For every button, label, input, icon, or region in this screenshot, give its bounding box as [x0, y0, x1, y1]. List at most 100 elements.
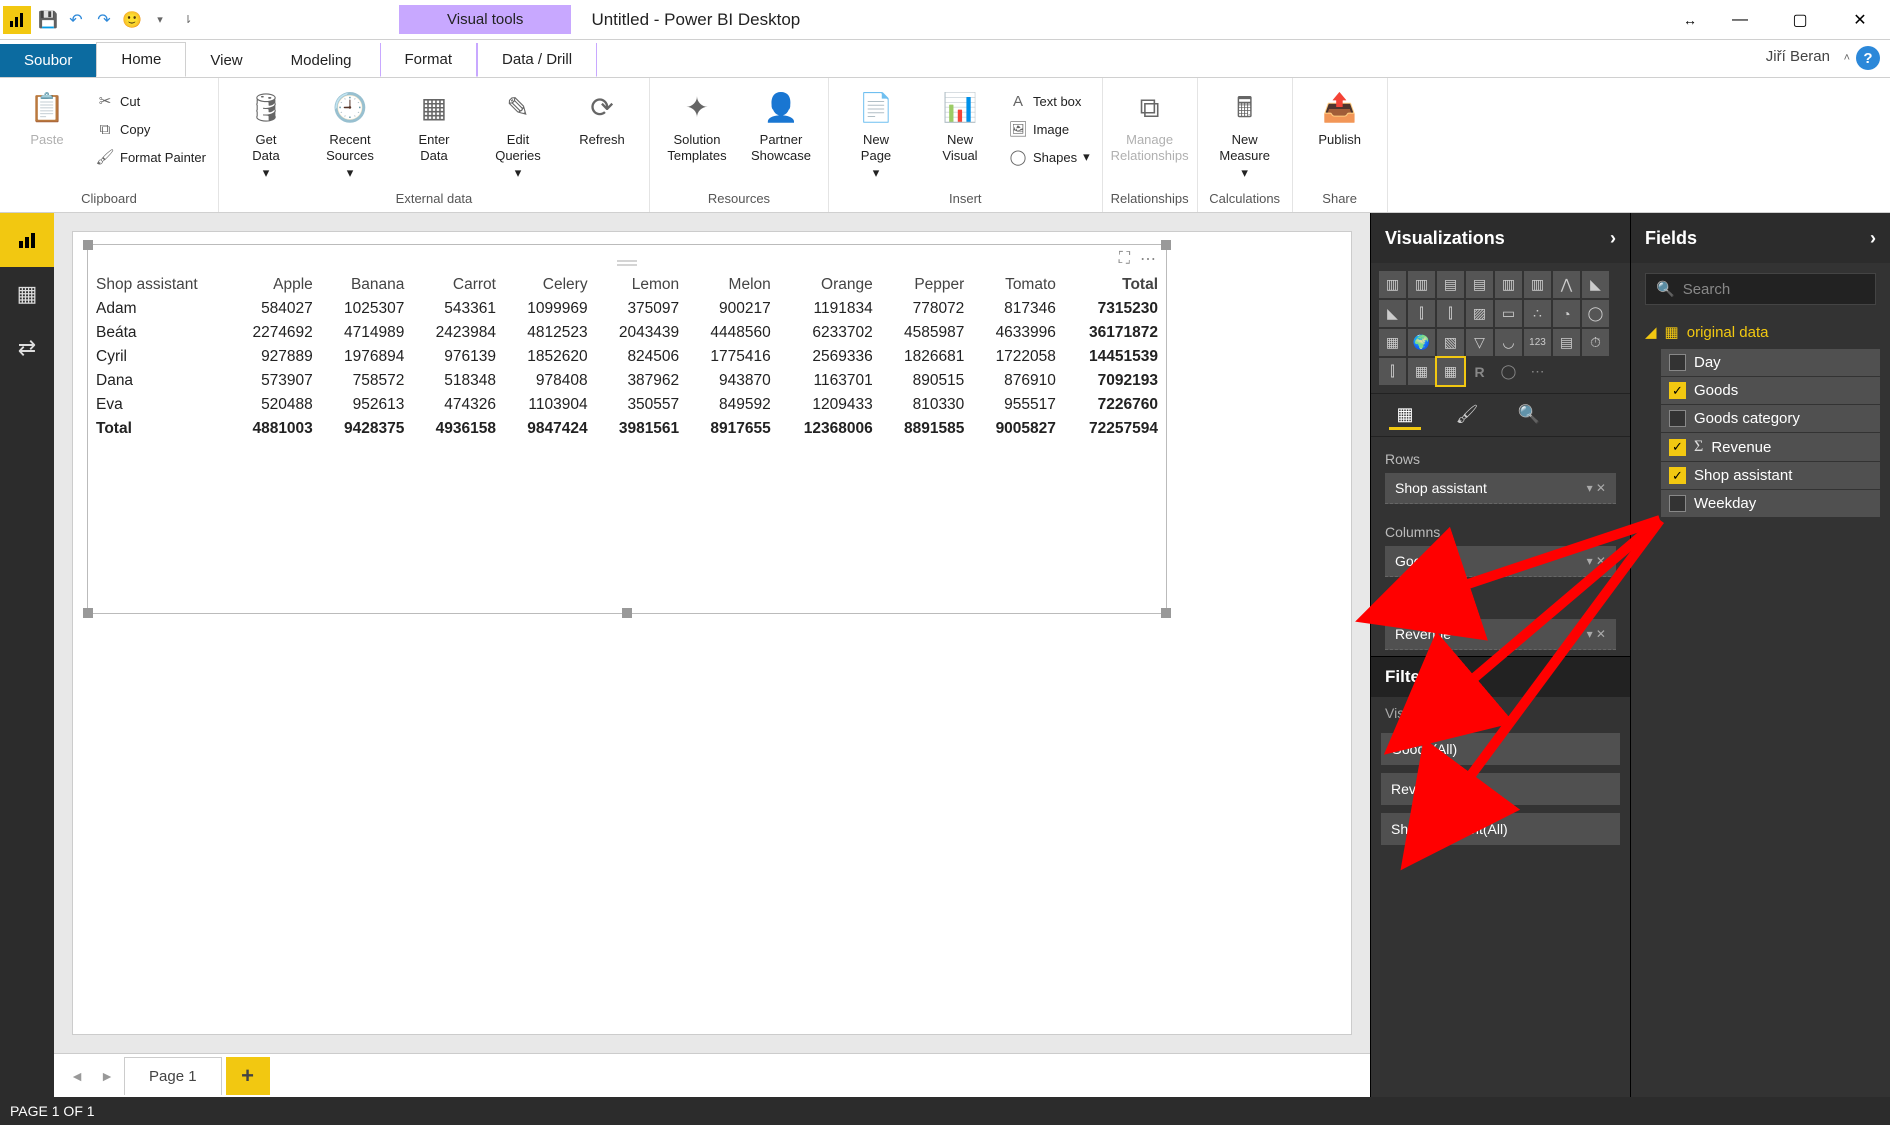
user-name[interactable]: Jiří Beran [1766, 48, 1830, 65]
image-button[interactable]: 🖼Image [1005, 118, 1094, 140]
tab-format[interactable]: Format [380, 43, 478, 77]
new-measure-button[interactable]: 🖩New Measure ▾ [1206, 86, 1284, 181]
save-button[interactable]: 💾 [37, 9, 59, 31]
edit-queries-button[interactable]: ✎Edit Queries ▾ [479, 86, 557, 181]
fields-header[interactable]: Fields › [1631, 213, 1890, 263]
redo-button[interactable]: ↷ [93, 9, 115, 31]
viz-funnel[interactable]: ▽ [1466, 329, 1493, 356]
viz-stacked-bar[interactable]: ▥ [1379, 271, 1406, 298]
page-tab[interactable]: Page 1 [124, 1057, 222, 1095]
viz-gauge[interactable]: ◡ [1495, 329, 1522, 356]
well-format-tab[interactable]: 🖌 [1451, 402, 1483, 430]
viz-line-clustered[interactable]: ⫿ [1437, 300, 1464, 327]
enter-data-button[interactable]: ▦Enter Data [395, 86, 473, 165]
viz-card[interactable]: 123 [1524, 329, 1551, 356]
cut-button[interactable]: ✂Cut [92, 90, 210, 112]
focus-mode-icon[interactable]: ⛶ [1119, 250, 1130, 268]
visualizations-header[interactable]: Visualizations › [1371, 213, 1630, 263]
viz-map[interactable]: 🌍 [1408, 329, 1435, 356]
field-checkbox[interactable]: ✓ [1669, 467, 1686, 484]
viz-multi-row[interactable]: ▤ [1553, 329, 1580, 356]
filters-header[interactable]: Filters [1371, 656, 1630, 697]
format-painter-button[interactable]: 🖌Format Painter [92, 146, 210, 168]
columns-item[interactable]: Goods▾ ✕ [1385, 546, 1616, 577]
text-box-button[interactable]: AText box [1005, 90, 1094, 112]
viz-import[interactable]: ⋯ [1524, 358, 1551, 385]
undo-button[interactable]: ↶ [65, 9, 87, 31]
field-item[interactable]: ✓ΣRevenue [1661, 433, 1880, 461]
shapes-button[interactable]: ◯Shapes ▾ [1005, 146, 1094, 168]
viz-kpi[interactable]: ⏱ [1582, 329, 1609, 356]
viz-area[interactable]: ◣ [1582, 271, 1609, 298]
tab-view[interactable]: View [186, 44, 266, 77]
copy-button[interactable]: ⧉Copy [92, 118, 210, 140]
viz-clustered-column[interactable]: ▤ [1466, 271, 1493, 298]
help-icon[interactable]: ? [1856, 46, 1880, 70]
viz-treemap[interactable]: ▦ [1379, 329, 1406, 356]
chevron-right-icon[interactable]: › [1870, 228, 1876, 249]
field-checkbox[interactable] [1669, 410, 1686, 427]
publish-button[interactable]: 📤Publish [1301, 86, 1379, 148]
values-item[interactable]: Revenue▾ ✕ [1385, 619, 1616, 650]
rows-item[interactable]: Shop assistant▾ ✕ [1385, 473, 1616, 504]
selection-handle[interactable] [1161, 240, 1171, 250]
qat-dropdown[interactable]: ▾ [149, 9, 171, 31]
smiley-button[interactable]: 🙂 [121, 9, 143, 31]
viz-pie[interactable]: ◔ [1553, 300, 1580, 327]
viz-scatter[interactable]: ∴ [1524, 300, 1551, 327]
filter-item[interactable]: Revenue(All) [1381, 773, 1620, 805]
viz-arcgis[interactable]: ◯ [1495, 358, 1522, 385]
viz-line[interactable]: ⋀ [1553, 271, 1580, 298]
get-data-button[interactable]: 🛢Get Data ▾ [227, 86, 305, 181]
tab-file[interactable]: Soubor [0, 44, 96, 77]
viz-matrix[interactable]: ▦ [1437, 358, 1464, 385]
visual-grab-icon[interactable] [617, 253, 637, 259]
field-item[interactable]: Day [1661, 349, 1880, 376]
filter-item[interactable]: Goods(All) [1381, 733, 1620, 765]
viz-waterfall[interactable]: ▭ [1495, 300, 1522, 327]
field-item[interactable]: ✓Shop assistant [1661, 462, 1880, 489]
selection-handle[interactable] [622, 608, 632, 618]
viz-line-column[interactable]: ⫿ [1408, 300, 1435, 327]
field-item[interactable]: Goods category [1661, 405, 1880, 432]
close-button[interactable]: ✕ [1830, 1, 1890, 39]
data-view-button[interactable]: ▦ [0, 267, 54, 321]
table-node[interactable]: ◢ ▦ original data [1631, 315, 1890, 349]
maximize-button[interactable]: ▢ [1770, 1, 1830, 39]
partner-showcase-button[interactable]: 👤Partner Showcase [742, 86, 820, 165]
page-next-button[interactable]: ► [94, 1063, 120, 1089]
viz-100-column[interactable]: ▥ [1524, 271, 1551, 298]
well-analytics-tab[interactable]: 🔍 [1513, 402, 1545, 430]
viz-stacked-column[interactable]: ▥ [1408, 271, 1435, 298]
report-view-button[interactable] [0, 213, 54, 267]
move-icon[interactable]: ↔ [1670, 1, 1710, 39]
paste-button[interactable]: 📋Paste [8, 86, 86, 148]
filter-item[interactable]: Shop assistant(All) [1381, 813, 1620, 845]
selection-handle[interactable] [83, 240, 93, 250]
recent-sources-button[interactable]: 🕘Recent Sources ▾ [311, 86, 389, 181]
selection-handle[interactable] [83, 608, 93, 618]
model-view-button[interactable]: ⇄ [0, 321, 54, 375]
well-fields-tab[interactable]: ▦ [1389, 402, 1421, 430]
new-page-button[interactable]: 📄New Page ▾ [837, 86, 915, 181]
field-checkbox[interactable] [1669, 495, 1686, 512]
minimize-button[interactable]: — [1710, 1, 1770, 39]
collapse-ribbon-icon[interactable]: ˄ [1844, 52, 1850, 64]
viz-r[interactable]: R [1466, 358, 1493, 385]
tab-datadrill[interactable]: Data / Drill [477, 43, 597, 77]
viz-ribbon[interactable]: ▨ [1466, 300, 1493, 327]
tab-home[interactable]: Home [96, 42, 186, 77]
field-checkbox[interactable]: ✓ [1669, 382, 1686, 399]
field-item[interactable]: Weekday [1661, 490, 1880, 517]
solution-templates-button[interactable]: ✦Solution Templates [658, 86, 736, 165]
field-checkbox[interactable] [1669, 354, 1686, 371]
add-page-button[interactable]: + [226, 1057, 270, 1095]
manage-relationships-button[interactable]: ⧉Manage Relationships [1111, 86, 1189, 165]
more-options-icon[interactable]: ⋯ [1140, 249, 1156, 269]
field-checkbox[interactable]: ✓ [1669, 439, 1686, 456]
matrix-visual[interactable]: ⛶ ⋯ Shop assistantAppleBananaCarrotCeler… [87, 244, 1167, 614]
viz-stacked-area[interactable]: ◣ [1379, 300, 1406, 327]
viz-slicer[interactable]: ⫿ [1379, 358, 1406, 385]
report-canvas[interactable]: ⛶ ⋯ Shop assistantAppleBananaCarrotCeler… [72, 231, 1352, 1035]
selection-handle[interactable] [1161, 608, 1171, 618]
